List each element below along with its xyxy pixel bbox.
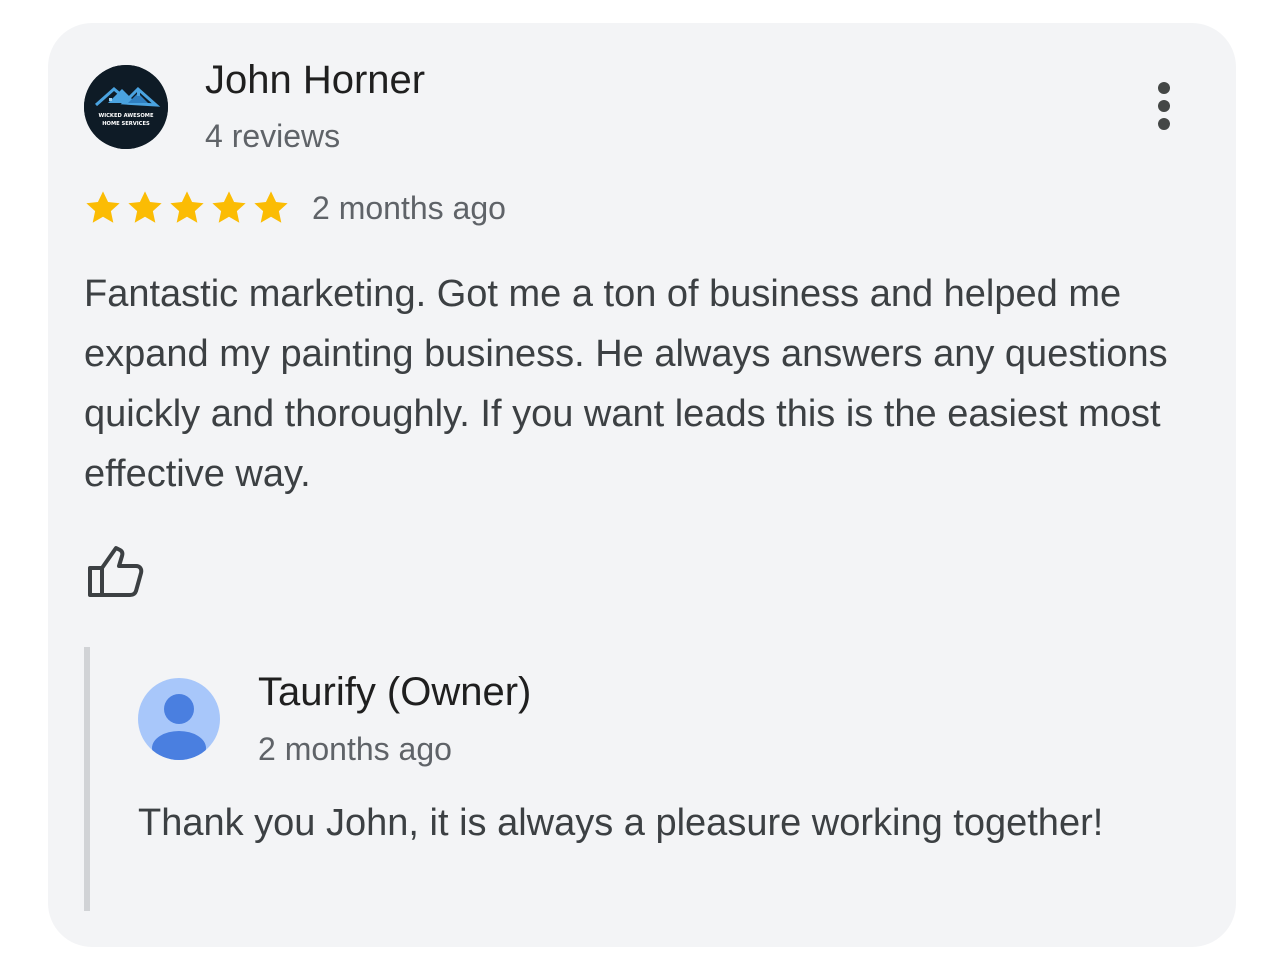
thumbs-up-icon xyxy=(88,546,144,597)
star-icon xyxy=(212,191,246,223)
star-icon xyxy=(128,191,162,223)
reply-divider xyxy=(84,647,90,911)
house-logo-icon: WICKED AWESOME HOME SERVICES xyxy=(84,65,168,149)
owner-name: Taurify (Owner) xyxy=(258,670,532,714)
owner-reply-time: 2 months ago xyxy=(258,731,452,767)
review-text: Fantastic marketing. Got me a ton of bus… xyxy=(84,273,1168,495)
more-options-button[interactable] xyxy=(1140,76,1188,136)
reviewer-avatar[interactable]: WICKED AWESOME HOME SERVICES xyxy=(84,65,168,149)
more-vertical-icon xyxy=(1158,82,1170,130)
review-time: 2 months ago xyxy=(312,190,506,226)
owner-reply-text: Thank you John, it is always a pleasure … xyxy=(138,802,1104,844)
reviewer-name[interactable]: John Horner xyxy=(205,56,425,104)
reviewer-review-count: 4 reviews xyxy=(205,118,341,154)
star-icon xyxy=(254,191,288,223)
logo-text-line1: WICKED AWESOME xyxy=(98,113,153,119)
star-icon xyxy=(86,191,120,223)
like-button[interactable] xyxy=(84,540,148,604)
star-rating xyxy=(82,186,292,230)
star-icon xyxy=(170,191,204,223)
owner-avatar[interactable] xyxy=(138,678,220,760)
logo-text-line2: HOME SERVICES xyxy=(102,121,150,127)
person-icon xyxy=(138,678,220,760)
